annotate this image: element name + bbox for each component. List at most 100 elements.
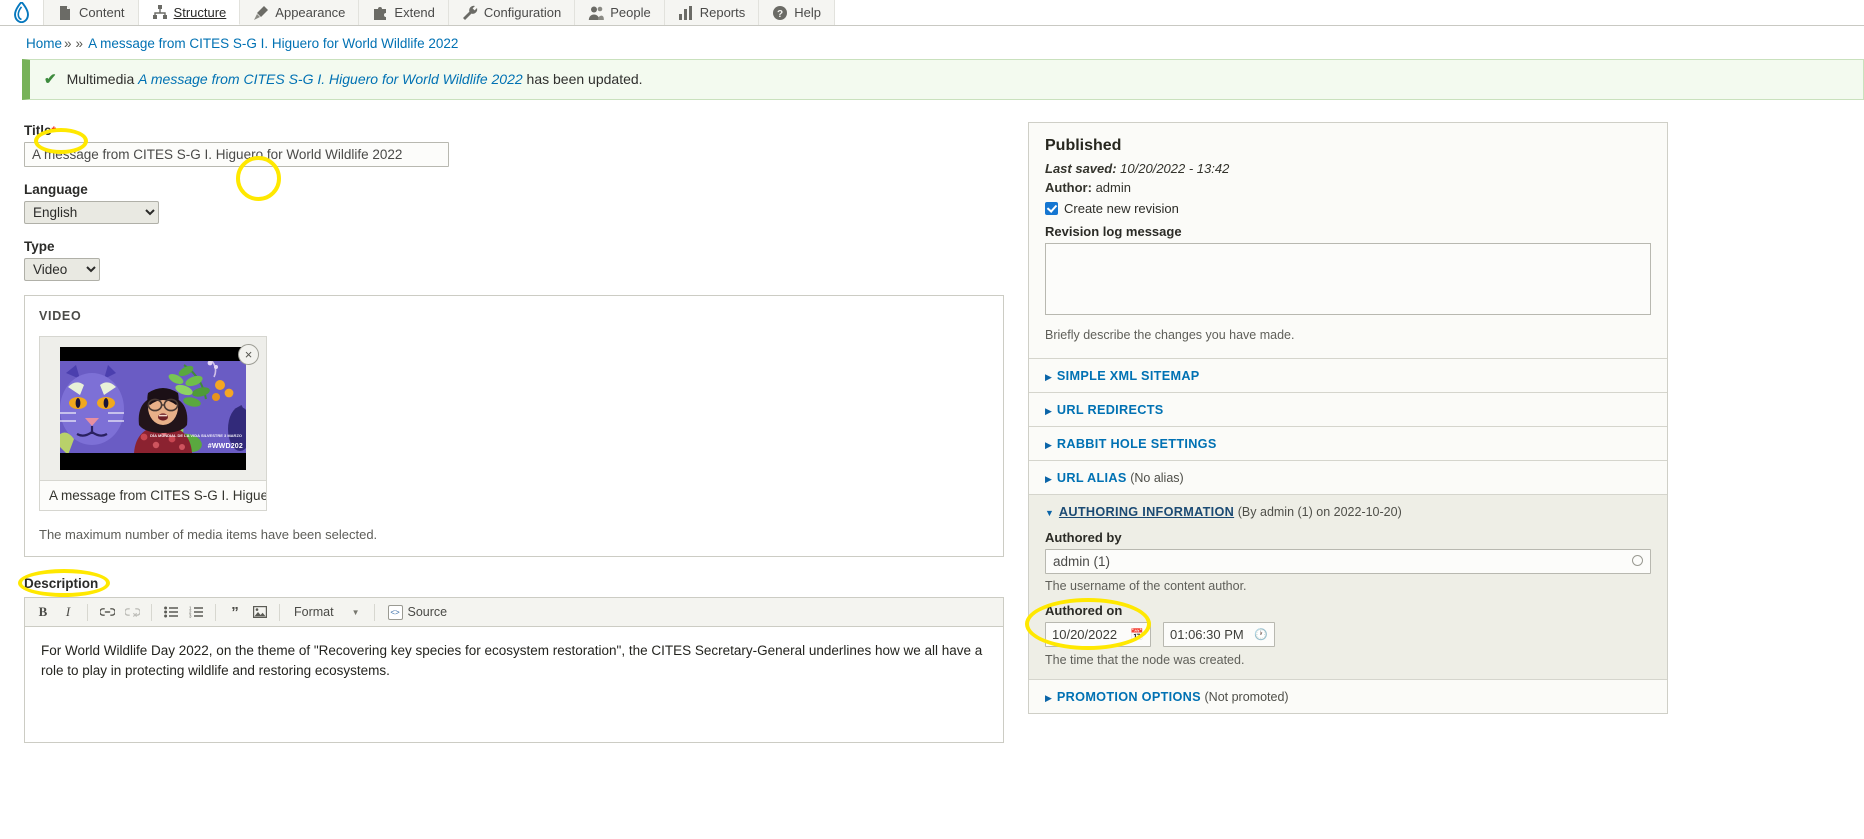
status-message-text: Multimedia A message from CITES S-G I. H… — [67, 71, 643, 87]
status-suffix: has been updated. — [526, 71, 643, 87]
triangle-right-icon: ▶ — [1045, 474, 1052, 484]
toolbar-item-extend-label: Extend — [394, 5, 435, 20]
wrench-icon — [462, 5, 478, 21]
source-button[interactable]: <> Source — [383, 604, 453, 620]
format-dropdown[interactable]: Format ▼ — [288, 602, 366, 622]
authored-by-input[interactable] — [1045, 549, 1651, 574]
admin-toolbar: Content Structure Appearance Extend Conf… — [0, 0, 1864, 26]
toolbar-item-people[interactable]: People — [575, 0, 665, 25]
language-select[interactable]: English — [24, 201, 159, 224]
triangle-right-icon: ▶ — [1045, 440, 1052, 450]
title-field-wrapper: Title* — [24, 122, 1004, 167]
broken-chain-glyph — [124, 608, 140, 617]
italic-icon[interactable]: I — [57, 602, 79, 622]
thumbnail-overlay-text: DÍA MUNDIAL DE LA VIDA SILVESTRE 3 MARZO — [150, 433, 242, 439]
authored-by-label: Authored by — [1045, 530, 1122, 545]
last-saved-value: 10/20/2022 - 13:42 — [1120, 161, 1230, 176]
create-revision-checkbox[interactable] — [1045, 202, 1058, 215]
clock-icon[interactable]: 🕐 — [1254, 628, 1268, 641]
section-simple-xml-sitemap[interactable]: ▶ SIMPLE XML SITEMAP — [1029, 358, 1667, 392]
breadcrumb-separator-2: » — [75, 36, 84, 51]
ckeditor: B I 1 2 3 ” Format ▼ <> Source For World… — [24, 597, 1004, 743]
section-rabbit-hole-settings-title: RABBIT HOLE SETTINGS — [1056, 437, 1217, 451]
sidebar-column: Published Last saved: 10/20/2022 - 13:42… — [1025, 122, 1668, 714]
numbered-list-glyph: 1 2 3 — [189, 606, 203, 618]
section-authoring-information[interactable]: ▼ AUTHORING INFORMATION (By admin (1) on … — [1029, 494, 1667, 528]
ckeditor-toolbar: B I 1 2 3 ” Format ▼ <> Source — [24, 597, 1004, 627]
toolbar-item-configuration-label: Configuration — [483, 5, 562, 20]
author-line: Author: admin — [1045, 180, 1651, 195]
format-dropdown-label: Format — [294, 605, 334, 619]
author-label: Author: — [1045, 180, 1092, 195]
blockquote-icon[interactable]: ” — [224, 602, 246, 622]
toolbar-item-help[interactable]: ? Help — [759, 0, 835, 25]
section-url-redirects[interactable]: ▶ URL REDIRECTS — [1029, 392, 1667, 426]
breadcrumb-home-link[interactable]: Home — [26, 36, 62, 51]
authored-on-date-field[interactable]: 10/20/2022 📅 — [1045, 622, 1151, 647]
toolbar-item-configuration[interactable]: Configuration — [449, 0, 576, 25]
media-remove-button[interactable]: × — [238, 344, 259, 365]
revision-log-textarea[interactable] — [1045, 243, 1651, 315]
toolbar-separator-5 — [373, 603, 375, 621]
person-illustration-icon — [134, 388, 192, 453]
last-saved-label: Last saved: — [1045, 161, 1117, 176]
breadcrumb-current-link[interactable]: A message from CITES S-G I. Higuero for … — [88, 36, 458, 51]
bulleted-list-icon[interactable] — [160, 602, 182, 622]
create-revision-row[interactable]: Create new revision — [1045, 201, 1651, 216]
type-select[interactable]: Video — [24, 258, 100, 281]
link-icon[interactable] — [96, 602, 118, 622]
triangle-right-icon: ▶ — [1045, 372, 1052, 382]
calendar-icon[interactable]: 📅 — [1130, 628, 1144, 641]
toolbar-spacer — [835, 0, 1864, 25]
page-layout: Title* Language English Type Video VIDEO… — [0, 100, 1864, 757]
toolbar-item-structure-label: Structure — [173, 4, 227, 20]
section-url-redirects-title: URL REDIRECTS — [1056, 403, 1164, 417]
checkmark-icon: ✔ — [44, 70, 57, 88]
toolbar-item-structure[interactable]: Structure — [138, 0, 241, 25]
section-url-alias-summary: (No alias) — [1130, 471, 1184, 485]
people-icon — [588, 5, 605, 21]
toolbar-item-appearance-label: Appearance — [275, 5, 346, 20]
bar-chart-icon — [678, 5, 694, 21]
toolbar-item-content[interactable]: Content — [44, 0, 139, 25]
authored-on-date-value: 10/20/2022 — [1052, 627, 1118, 642]
main-column: Title* Language English Type Video VIDEO… — [18, 122, 1004, 757]
media-caption: A message from CITES S-G I. Higue… — [40, 480, 266, 510]
bold-icon[interactable]: B — [32, 602, 54, 622]
toolbar-item-appearance[interactable]: Appearance — [240, 0, 360, 25]
toolbar-separator-2 — [151, 603, 152, 621]
video-thumbnail[interactable]: DÍA MUNDIAL DE LA VIDA SILVESTRE 3 MARZO… — [60, 347, 246, 470]
section-url-alias-title: URL ALIAS — [1056, 471, 1127, 485]
section-url-alias[interactable]: ▶ URL ALIAS (No alias) — [1029, 460, 1667, 494]
section-promotion-options[interactable]: ▶ PROMOTION OPTIONS (Not promoted) — [1029, 679, 1667, 713]
source-code-icon: <> — [387, 604, 403, 620]
toolbar-item-content-label: Content — [79, 5, 125, 20]
title-input[interactable] — [24, 142, 449, 167]
media-item: × DÍA MUNDIAL DE LA VIDA SILVESTRE 3 MAR… — [39, 336, 267, 511]
type-label: Type — [24, 239, 55, 254]
description-label: Description — [24, 576, 99, 591]
drupal-drop-logo[interactable] — [0, 0, 44, 25]
thumbnail-artwork: DÍA MUNDIAL DE LA VIDA SILVESTRE 3 MARZO… — [60, 361, 246, 453]
toolbar-item-help-label: Help — [794, 5, 821, 20]
toolbar-item-reports[interactable]: Reports — [665, 0, 760, 25]
published-heading: Published — [1045, 137, 1122, 154]
toolbar-item-reports-label: Reports — [699, 5, 746, 20]
status-entity-name: A message from CITES S-G I. Higuero for … — [138, 71, 523, 87]
section-rabbit-hole-settings[interactable]: ▶ RABBIT HOLE SETTINGS — [1029, 426, 1667, 460]
svg-text:?: ? — [777, 9, 783, 20]
image-icon[interactable] — [249, 602, 271, 622]
toolbar-item-extend[interactable]: Extend — [359, 0, 449, 25]
authored-on-row: 10/20/2022 📅 01:06:30 PM 🕐 — [1045, 622, 1651, 647]
description-editor-body[interactable]: For World Wildlife Day 2022, on the them… — [24, 627, 1004, 743]
source-button-label: Source — [407, 605, 448, 619]
required-marker: * — [51, 124, 57, 138]
thumbnail-hashtag: #WWD202 — [207, 443, 243, 450]
question-mark-icon: ? — [772, 5, 788, 21]
unlink-icon — [121, 602, 143, 622]
authored-on-time-field[interactable]: 01:06:30 PM 🕐 — [1163, 622, 1275, 647]
numbered-list-icon[interactable]: 1 2 3 — [185, 602, 207, 622]
author-value: admin — [1095, 180, 1131, 195]
toolbar-separator-4 — [279, 603, 280, 621]
triangle-right-icon: ▶ — [1045, 693, 1052, 703]
